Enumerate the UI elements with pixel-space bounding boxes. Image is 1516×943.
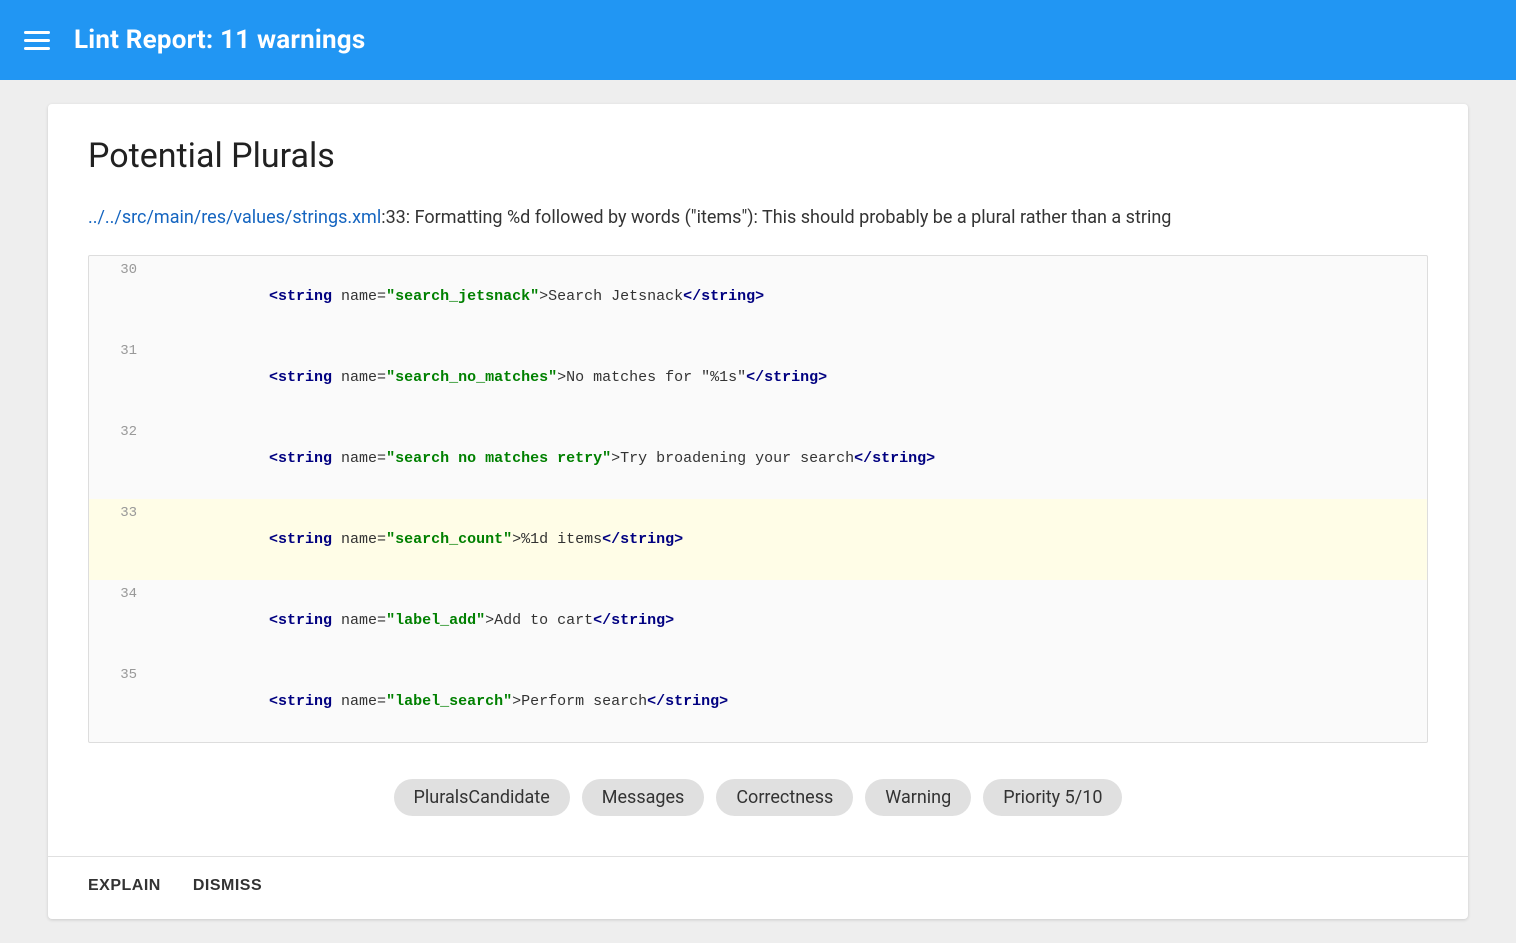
code-line-33-highlighted: 33 <string name="search_count">%1d items… <box>89 499 1427 580</box>
code-line-32: 32 <string name="search no matches retry… <box>89 418 1427 499</box>
line-number: 30 <box>101 258 137 283</box>
code-line-34: 34 <string name="label_add">Add to cart<… <box>89 580 1427 661</box>
line-number: 35 <box>101 663 137 688</box>
attr-value: "search_count" <box>386 531 512 548</box>
attr-name: name= <box>341 288 386 305</box>
card-body: Potential Plurals ../../src/main/res/val… <box>48 104 1468 856</box>
app-header: Lint Report: 11 warnings <box>0 0 1516 80</box>
keyword-string-open: <string <box>269 612 341 629</box>
content: >Try broadening your search <box>611 450 854 467</box>
keyword-string-open: <string <box>269 693 341 710</box>
content: >No matches for "%1s" <box>557 369 746 386</box>
dismiss-button[interactable]: DISMISS <box>193 873 262 899</box>
tag-messages: Messages <box>582 779 705 816</box>
code-text: <string name="search no matches retry">T… <box>161 418 935 499</box>
keyword-string-close: </string> <box>593 612 674 629</box>
keyword-string-close: </string> <box>683 288 764 305</box>
lint-report-card: Potential Plurals ../../src/main/res/val… <box>48 104 1468 919</box>
keyword-string-close: </string> <box>602 531 683 548</box>
issue-detail: :33: Formatting %d followed by words ("i… <box>381 207 1171 228</box>
content: >Add to cart <box>485 612 593 629</box>
attr-name: name= <box>341 369 386 386</box>
code-text: <string name="search_jetsnack">Search Je… <box>161 256 764 337</box>
tag-priority: Priority 5/10 <box>983 779 1122 816</box>
code-text: <string name="label_add">Add to cart</st… <box>161 580 674 661</box>
attr-name: name= <box>341 450 386 467</box>
keyword-string-open: <string <box>269 369 341 386</box>
code-text: <string name="label_search">Perform sear… <box>161 661 728 742</box>
file-link[interactable]: ../../src/main/res/values/strings.xml <box>88 207 381 228</box>
line-number: 34 <box>101 582 137 607</box>
keyword-string-close: </string> <box>746 369 827 386</box>
explain-button[interactable]: EXPLAIN <box>88 873 161 899</box>
tag-correctness: Correctness <box>716 779 853 816</box>
issue-message: ../../src/main/res/values/strings.xml:33… <box>88 204 1428 231</box>
keyword-string-close: </string> <box>854 450 935 467</box>
keyword-string-open: <string <box>269 531 341 548</box>
line-number: 32 <box>101 420 137 445</box>
card-title: Potential Plurals <box>88 136 1428 176</box>
code-text: <string name="search_count">%1d items</s… <box>161 499 683 580</box>
header-title: Lint Report: 11 warnings <box>74 25 365 55</box>
code-line-30: 30 <string name="search_jetsnack">Search… <box>89 256 1427 337</box>
tag-plurals-candidate: PluralsCandidate <box>394 779 570 816</box>
code-text: <string name="search_no_matches">No matc… <box>161 337 827 418</box>
line-number: 33 <box>101 501 137 526</box>
attr-value: "search_jetsnack" <box>386 288 539 305</box>
attr-name: name= <box>341 612 386 629</box>
content: >%1d items <box>512 531 602 548</box>
keyword-string-close: </string> <box>647 693 728 710</box>
content: >Search Jetsnack <box>539 288 683 305</box>
content: >Perform search <box>512 693 647 710</box>
card-footer: EXPLAIN DISMISS <box>48 857 1468 919</box>
attr-value: "search no matches retry" <box>386 450 611 467</box>
code-line-35: 35 <string name="label_search">Perform s… <box>89 661 1427 742</box>
attr-name: name= <box>341 531 386 548</box>
code-line-31: 31 <string name="search_no_matches">No m… <box>89 337 1427 418</box>
tag-warning: Warning <box>865 779 971 816</box>
attr-value: "search_no_matches" <box>386 369 557 386</box>
attr-value: "label_add" <box>386 612 485 629</box>
line-number: 31 <box>101 339 137 364</box>
menu-icon[interactable] <box>24 31 50 50</box>
keyword-string-open: <string <box>269 450 341 467</box>
keyword-string-open: <string <box>269 288 341 305</box>
attr-name: name= <box>341 693 386 710</box>
attr-value: "label_search" <box>386 693 512 710</box>
code-block: 30 <string name="search_jetsnack">Search… <box>88 255 1428 743</box>
main-content: Potential Plurals ../../src/main/res/val… <box>0 80 1516 943</box>
tags-row: PluralsCandidate Messages Correctness Wa… <box>88 771 1428 832</box>
